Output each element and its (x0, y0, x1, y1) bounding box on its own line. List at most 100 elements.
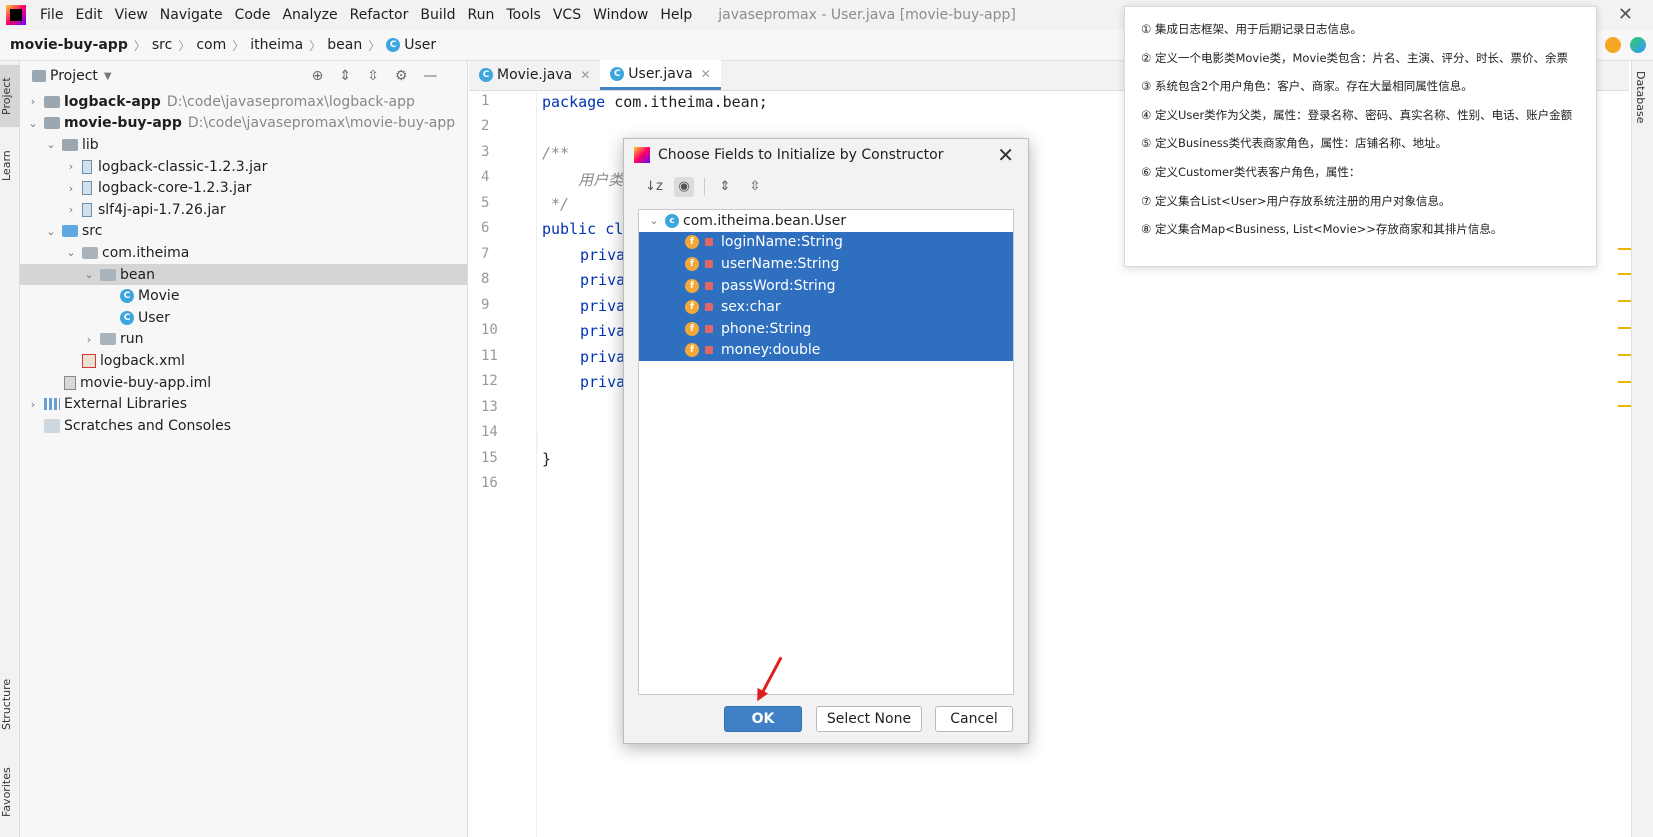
chevron-right-icon[interactable]: › (26, 398, 40, 411)
tool-tab-database[interactable]: Database (1634, 71, 1647, 124)
tree-item-jar[interactable]: › logback-classic-1.2.3.jar (20, 156, 467, 178)
expand-all-icon[interactable]: ⇕ (339, 68, 351, 84)
tool-tab-project[interactable]: Project (0, 65, 20, 127)
menu-analyze[interactable]: Analyze (276, 0, 343, 30)
field-item[interactable]: f phone:String (639, 317, 1013, 340)
line-number: 16 (481, 475, 498, 491)
field-item[interactable]: f sex:char (639, 296, 1013, 318)
show-classes-icon[interactable]: ◉ (674, 177, 694, 197)
breadcrumb-com[interactable]: com (196, 37, 226, 53)
chevron-down-icon[interactable]: ⌄ (647, 214, 661, 227)
fields-tree[interactable]: ⌄ c com.itheima.bean.User f loginName:St… (638, 209, 1014, 695)
chevron-down-icon[interactable]: ⌄ (82, 268, 96, 281)
update-icon[interactable] (1605, 37, 1621, 53)
collapse-all-icon[interactable]: ⇳ (367, 68, 379, 84)
window-close-icon[interactable]: ✕ (1618, 4, 1633, 25)
tree-item-src[interactable]: ⌄ src (20, 221, 467, 243)
field-label: userName:String (721, 255, 840, 272)
close-icon[interactable]: ✕ (580, 68, 590, 82)
field-item[interactable]: f passWord:String (639, 274, 1013, 297)
menu-navigate[interactable]: Navigate (154, 0, 229, 30)
tool-tab-structure[interactable]: Structure (0, 669, 20, 739)
menu-view[interactable]: View (109, 0, 154, 30)
menu-build[interactable]: Build (414, 0, 461, 30)
menu-edit[interactable]: Edit (69, 0, 108, 30)
warning-marker[interactable] (1618, 405, 1631, 407)
tool-tab-learn[interactable]: Learn (0, 141, 20, 191)
tree-item-jar[interactable]: › slf4j-api-1.7.26.jar (20, 199, 467, 221)
tree-item-com-itheima[interactable]: ⌄ com.itheima (20, 242, 467, 264)
ok-button[interactable]: OK (724, 706, 802, 732)
warning-marker[interactable] (1618, 354, 1631, 356)
tab-label: Movie.java (497, 67, 573, 83)
dialog-toolbar: ↓z ◉ ⇕ ⇳ (624, 171, 1028, 203)
menu-code[interactable]: Code (229, 0, 277, 30)
warning-marker[interactable] (1618, 300, 1631, 302)
menu-vcs[interactable]: VCS (547, 0, 587, 30)
field-icon: f (685, 343, 699, 358)
tree-item-logback-xml[interactable]: logback.xml (20, 350, 467, 372)
tree-item-scratches[interactable]: Scratches and Consoles (20, 415, 467, 437)
close-icon[interactable]: ✕ (701, 67, 711, 81)
menu-window[interactable]: Window (587, 0, 654, 30)
menu-run[interactable]: Run (462, 0, 501, 30)
select-none-button[interactable]: Select None (816, 706, 922, 732)
tree-item-logback-app[interactable]: › logback-app D:\code\javasepromax\logba… (20, 91, 467, 113)
chevron-right-icon[interactable]: › (64, 160, 78, 173)
field-icon: f (685, 256, 699, 271)
field-item[interactable]: f userName:String (639, 253, 1013, 275)
tool-tab-favorites[interactable]: Favorites (0, 757, 20, 827)
project-panel-title[interactable]: Project (50, 68, 98, 84)
chevron-right-icon[interactable]: › (82, 333, 96, 346)
menu-tools[interactable]: Tools (500, 0, 547, 30)
tree-item-label: src (82, 223, 103, 240)
dropdown-icon[interactable]: ▼ (104, 71, 112, 82)
menu-refactor[interactable]: Refactor (344, 0, 415, 30)
tab-user-java[interactable]: C User.java ✕ (600, 60, 721, 90)
chevron-down-icon[interactable]: ⌄ (26, 117, 40, 130)
close-icon[interactable]: ✕ (997, 143, 1014, 167)
chevron-down-icon[interactable]: ⌄ (44, 225, 58, 238)
collapse-all-icon[interactable]: ⇳ (745, 177, 765, 197)
line-number: 10 (481, 322, 498, 338)
field-item[interactable]: f loginName:String (639, 231, 1013, 254)
tab-movie-java[interactable]: C Movie.java ✕ (469, 60, 600, 90)
tree-item-label: Scratches and Consoles (64, 417, 231, 434)
chevron-right-icon[interactable]: › (26, 95, 40, 108)
sort-alphabetically-icon[interactable]: ↓z (644, 177, 664, 197)
tree-item-bean[interactable]: ⌄ bean (20, 263, 467, 286)
breadcrumb-user[interactable]: User (404, 37, 436, 53)
chevron-down-icon[interactable]: ⌄ (44, 138, 58, 151)
menu-file[interactable]: File (34, 0, 69, 30)
chevron-right-icon[interactable]: › (64, 203, 78, 216)
warning-marker[interactable] (1618, 248, 1631, 250)
class-node-label: com.itheima.bean.User (683, 212, 847, 229)
tree-item-user[interactable]: C User (20, 307, 467, 329)
chevron-down-icon[interactable]: ⌄ (64, 246, 78, 259)
class-node[interactable]: ⌄ c com.itheima.bean.User (639, 210, 1013, 232)
gear-icon[interactable]: ⚙ (395, 68, 408, 84)
expand-all-icon[interactable]: ⇕ (715, 177, 735, 197)
tree-item-movie-buy-app[interactable]: ⌄ movie-buy-app D:\code\javasepromax\mov… (20, 113, 467, 135)
breadcrumb-project[interactable]: movie-buy-app (10, 37, 128, 53)
field-item[interactable]: f money:double (639, 339, 1013, 362)
breadcrumb-bean[interactable]: bean (327, 37, 362, 53)
tree-item-external-libraries[interactable]: › External Libraries (20, 393, 467, 415)
warning-marker[interactable] (1618, 273, 1631, 275)
breadcrumb-src[interactable]: src (152, 37, 172, 53)
breadcrumb-itheima[interactable]: itheima (250, 37, 303, 53)
tree-item-jar[interactable]: › logback-core-1.2.3.jar (20, 177, 467, 199)
warning-marker[interactable] (1618, 381, 1631, 383)
tree-item-iml[interactable]: movie-buy-app.iml (20, 372, 467, 394)
tree-item-movie[interactable]: C Movie (20, 285, 467, 307)
minimize-icon[interactable]: — (423, 68, 437, 84)
tree-item-lib[interactable]: ⌄ lib (20, 134, 467, 156)
tree-item-run[interactable]: › run (20, 329, 467, 351)
cancel-button[interactable]: Cancel (935, 706, 1013, 732)
menu-help[interactable]: Help (654, 0, 698, 30)
locate-icon[interactable]: ⊕ (312, 68, 324, 84)
warning-marker[interactable] (1618, 327, 1631, 329)
plugin-icon[interactable] (1630, 37, 1646, 53)
left-tool-stripe: Project Learn Structure Favorites (0, 61, 20, 837)
chevron-right-icon[interactable]: › (64, 182, 78, 195)
